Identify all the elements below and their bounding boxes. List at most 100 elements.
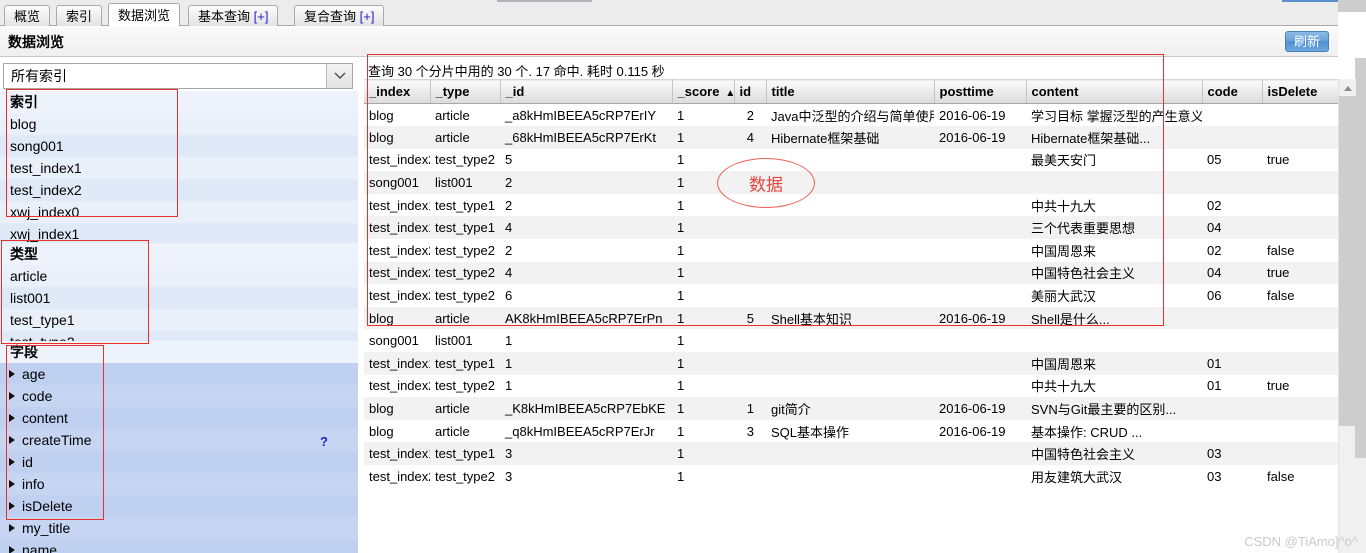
sidebar-field-item-age[interactable]: age [0, 363, 358, 385]
column-header-_type[interactable]: _type [430, 79, 501, 104]
table-row[interactable]: test_index2 test_type2 5 1 最美天安门 05 true [364, 148, 1338, 172]
cell-id: 5 [734, 306, 766, 330]
tab-2[interactable]: 数据浏览 [108, 3, 181, 27]
sidebar-field-item-content[interactable]: content [0, 407, 358, 429]
table-row[interactable]: test_index2 test_type2 1 1 中共十九大 01 true [364, 374, 1338, 398]
table-row[interactable]: song001 list001 1 1 [364, 329, 1338, 353]
scrollbar-thumb[interactable] [1339, 96, 1356, 426]
table-row[interactable]: blog article _q8kHmIBEEA5cRP7ErJr 1 3 SQL基本操作… [364, 419, 1338, 443]
column-header-posttime[interactable]: posttime [934, 79, 1027, 104]
triangle-right-icon[interactable] [9, 480, 15, 488]
cell-title [766, 352, 934, 375]
table-row[interactable]: test_index2 test_type2 6 1 美丽大武汉 06 false [364, 284, 1338, 307]
cell-_id: 4 [500, 261, 672, 285]
results-vertical-scrollbar[interactable] [1338, 79, 1356, 553]
table-row[interactable]: blog article _a8kHmIBEEA5cRP7ErIY 1 2 Java中泛型… [364, 103, 1338, 127]
cell-posttime: 2016-06-19 [934, 103, 1026, 127]
tab-expand-label[interactable]: [+] [250, 9, 269, 24]
cell-posttime [934, 216, 1026, 240]
cell-code [1202, 103, 1262, 127]
column-header-_id[interactable]: _id [500, 79, 673, 104]
cell-_type: test_type1 [430, 216, 500, 240]
sidebar-type-item-test_type1[interactable]: test_type1 [0, 309, 358, 331]
watermark: CSDN @TiAmo]^o^ [1244, 534, 1358, 549]
results-table-header-row: _index _type _id _score ▲ id title posttime cont… [364, 79, 1339, 104]
triangle-right-icon[interactable] [9, 546, 15, 553]
column-header-title[interactable]: title [766, 79, 935, 104]
sidebar-field-item-info[interactable]: info [0, 473, 358, 495]
column-header-code[interactable]: code [1202, 79, 1263, 104]
cell-id [734, 352, 766, 375]
sidebar-field-item-code[interactable]: code [0, 385, 358, 407]
triangle-right-icon[interactable] [9, 458, 15, 466]
help-question-icon[interactable]: ? [320, 431, 328, 453]
column-header-_index[interactable]: _index [364, 79, 431, 104]
cell-_id: 4 [500, 216, 672, 240]
sidebar-index-item-blog[interactable]: blog [0, 113, 358, 135]
triangle-right-icon[interactable] [9, 392, 15, 400]
tab-0[interactable]: 概览 [4, 5, 51, 26]
column-header-_score[interactable]: _score ▲ [672, 79, 735, 104]
sort-ascending-icon[interactable]: ▲ [725, 88, 735, 99]
triangle-right-icon[interactable] [9, 370, 15, 378]
cell-id [734, 374, 766, 398]
sidebar-field-item-createTime[interactable]: createTime? [0, 429, 358, 451]
table-row[interactable]: test_index2 test_type2 3 1 用友建筑大武汉 03 false [364, 465, 1338, 488]
sidebar-index-item-test_index1[interactable]: test_index1 [0, 157, 358, 179]
cell-_type: test_type2 [430, 261, 500, 285]
tab-4[interactable]: 复合查询 [+] [294, 5, 385, 26]
sidebar-index-item-xwj_index1[interactable]: xwj_index1 [0, 223, 358, 245]
sidebar-field-item-isDelete[interactable]: isDelete [0, 495, 358, 517]
table-row[interactable]: test_index1 test_type1 1 1 中国周恩来 01 [364, 352, 1338, 375]
triangle-right-icon[interactable] [9, 524, 15, 532]
cell-_score: 1 [672, 239, 734, 262]
table-row[interactable]: test_index1 test_type1 3 1 中国特色社会主义 03 [364, 442, 1338, 465]
sidebar-type-item-article[interactable]: article [0, 265, 358, 287]
index-section: 索引 blog song001 test_index1 test_index2 xwj_i… [0, 91, 358, 245]
triangle-right-icon[interactable] [9, 502, 15, 510]
cell-posttime [934, 261, 1026, 285]
tab-expand-label[interactable]: [+] [356, 9, 375, 24]
chevron-down-icon[interactable] [326, 64, 352, 88]
cell-isDelete [1262, 352, 1338, 375]
sidebar-field-item-id[interactable]: id [0, 451, 358, 473]
table-row[interactable]: test_index2 test_type2 2 1 中国周恩来 02 false [364, 239, 1338, 262]
table-row[interactable]: blog article AK8kHmIBEEA5cRP7ErPn 1 5 Shell基本… [364, 306, 1338, 330]
cell-code: 04 [1202, 261, 1262, 285]
column-header-label: posttime [939, 84, 994, 99]
tab-1[interactable]: 索引 [56, 5, 103, 26]
field-label: createTime [22, 432, 92, 448]
app-window: 概览 索引 数据浏览 基本查询 [+] 复合查询 [+] 数据浏览 刷新 所有索引 索引… [0, 0, 1366, 553]
cell-title [766, 193, 934, 217]
scroll-up-arrow-icon[interactable] [1339, 79, 1356, 96]
sidebar-index-item-song001[interactable]: song001 [0, 135, 358, 157]
cell-id: 3 [734, 419, 766, 443]
sidebar-index-item-xwj_index0[interactable]: xwj_index0 [0, 201, 358, 223]
sidebar-index-item-test_index2[interactable]: test_index2 [0, 179, 358, 201]
table-row[interactable]: test_index1 test_type1 2 1 中共十九大 02 [364, 193, 1338, 217]
cell-posttime [934, 284, 1026, 307]
column-header-id[interactable]: id [734, 79, 767, 104]
cell-id [734, 261, 766, 285]
table-row[interactable]: test_index2 test_type2 4 1 中国特色社会主义 04 true [364, 261, 1338, 285]
cell-isDelete: false [1262, 465, 1338, 488]
field-section: 字段 age code content createTime? id info isDelet… [0, 341, 358, 553]
tab-3[interactable]: 基本查询 [+] [188, 5, 279, 26]
table-row[interactable]: blog article _68kHmIBEEA5cRP7ErKt 1 4 Hiberna… [364, 126, 1338, 149]
table-row[interactable]: blog article _K8kHmIBEEA5cRP7EbKE 1 1 git简介 20… [364, 397, 1338, 420]
sidebar-type-item-list001[interactable]: list001 [0, 287, 358, 309]
triangle-right-icon[interactable] [9, 436, 15, 444]
column-header-content[interactable]: content [1026, 79, 1203, 104]
column-header-isDelete[interactable]: isDelete [1262, 79, 1339, 104]
field-label: name [22, 542, 58, 553]
field-label: isDelete [22, 498, 73, 514]
cell-_index: blog [364, 397, 430, 420]
table-row[interactable]: test_index1 test_type1 4 1 三个代表重要思想 04 [364, 216, 1338, 240]
refresh-button[interactable]: 刷新 [1284, 31, 1329, 52]
sidebar-field-item-name[interactable]: name [0, 539, 358, 553]
tab-label: 概览 [14, 9, 41, 24]
table-row[interactable]: song001 list001 2 1 [364, 171, 1338, 194]
index-select[interactable]: 所有索引 [3, 63, 353, 89]
sidebar-field-item-my_title[interactable]: my_title [0, 517, 358, 539]
triangle-right-icon[interactable] [9, 414, 15, 422]
